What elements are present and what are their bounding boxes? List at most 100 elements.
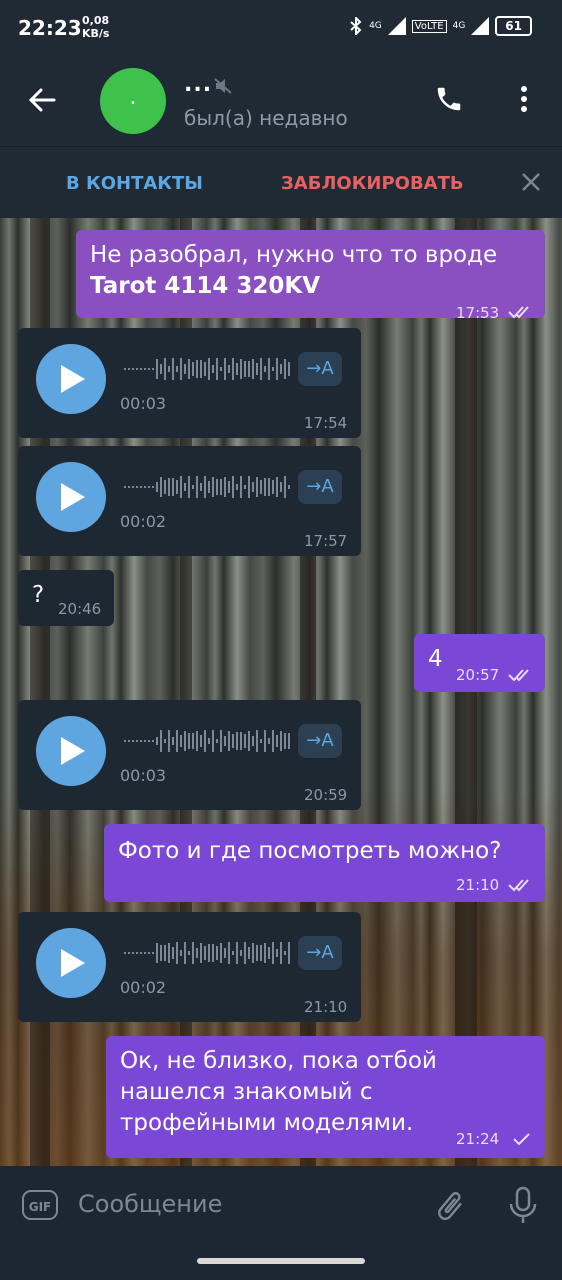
waveform-bar [180,734,182,748]
waveform-bar [236,731,238,751]
waveform-bar [204,362,206,376]
waveform-bar [196,475,198,499]
play-icon [61,737,85,765]
message-outgoing[interactable]: Не разобрал, нужно что то вроде Tarot 41… [76,230,545,322]
waveform-bar [220,729,222,753]
waveform-bar [248,361,250,377]
message-input[interactable]: Сообщение [78,1190,222,1218]
waveform-bar [284,733,286,749]
avatar[interactable]: . [100,68,166,134]
voice-message[interactable]: 00:02 →A 17:57 [18,446,361,556]
voice-message[interactable]: 00:02 →A 21:10 [18,912,361,1022]
waveform-bar [180,476,182,498]
gesture-handle[interactable] [197,1258,365,1264]
waveform-bar [140,740,142,742]
play-button[interactable] [36,928,106,998]
waveform-bar [208,480,210,494]
attach-icon[interactable] [432,1188,468,1224]
message-input-bar: GIF Сообщение [0,1166,562,1242]
waveform-bar [228,730,230,752]
signal-1-label: 4G [369,21,382,31]
waveform-bar [284,951,286,955]
waveform-bar [200,942,202,964]
message-time: 21:10 [456,876,500,894]
waveform-bar [176,730,178,752]
waveform-bar [176,942,178,964]
waveform-bar [172,357,174,381]
waveform-bar [172,947,174,959]
play-button[interactable] [36,716,106,786]
play-button[interactable] [36,344,106,414]
voice-duration: 00:03 [120,766,167,785]
waveform-bar [216,738,218,744]
waveform-bar [264,477,266,497]
waveform-bar [208,358,210,380]
back-arrow-icon[interactable] [28,86,56,114]
waveform-bar [276,735,278,747]
add-contact-button[interactable]: В КОНТАКТЫ [66,173,203,194]
transcribe-button[interactable]: →A [298,724,342,758]
waveform-bar [160,476,162,498]
waveform-bar [140,486,142,488]
waveform-bar [188,732,190,750]
waveform-bar [124,368,126,370]
play-button[interactable] [36,462,106,532]
waveform-bar [140,368,142,370]
message-time: 17:54 [304,414,348,432]
voice-message[interactable]: 00:03 →A 17:54 [18,328,361,438]
waveform-bar [132,486,134,488]
message-outgoing[interactable]: Фото и где посмотреть можно? 21:10 [104,824,545,902]
waveform-bar [216,357,218,381]
message-text: нашелся знакомый с [120,1079,373,1105]
waveform-bar [248,947,250,959]
chat-background: Не разобрал, нужно что то вроде Tarot 41… [0,218,562,1166]
waveform-bar [176,480,178,494]
waveform-bar [188,950,190,956]
waveform-bar [252,943,254,963]
message-outgoing[interactable]: Ок, не близко, пока отбой нашелся знаком… [106,1036,545,1158]
waveform-bar [156,481,158,493]
waveform-bar [168,729,170,753]
waveform-bar [128,368,130,370]
waveform-bar [144,368,146,370]
waveform-bar [232,358,234,380]
waveform-bar [176,366,178,372]
voice-waveform[interactable] [124,728,290,754]
microphone-icon[interactable] [508,1186,538,1226]
transcribe-button[interactable]: →A [298,936,342,970]
waveform-bar [224,357,226,381]
block-button[interactable]: ЗАБЛОКИРОВАТЬ [281,173,464,194]
phone-icon[interactable] [434,84,464,114]
waveform-bar [280,941,282,965]
waveform-bar [172,737,174,745]
message-text: 4 [428,646,443,672]
waveform-bar [248,730,250,752]
waveform-bar [124,740,126,742]
waveform-bar [280,482,282,492]
signal-2-label: 4G [452,21,466,31]
transcribe-button[interactable]: →A [298,470,342,504]
message-incoming[interactable]: ? 20:46 [18,570,114,626]
voice-waveform[interactable] [124,940,290,966]
voice-message[interactable]: 00:03 →A 20:59 [18,700,361,810]
waveform-bar [268,946,270,960]
waveform-bar [232,733,234,749]
waveform-bar [184,941,186,965]
waveform-bar [288,484,290,490]
more-options-icon[interactable] [514,84,534,114]
message-text: Tarot 4114 320KV [90,273,321,299]
waveform-bar [236,941,238,965]
message-outgoing[interactable]: 4 20:57 [414,634,545,692]
transcribe-button[interactable]: →A [298,352,342,386]
waveform-bar [200,735,202,747]
waveform-bar [196,948,198,958]
contact-name[interactable]: ... [184,72,212,97]
gif-button[interactable]: GIF [22,1190,58,1220]
waveform-bar [180,357,182,381]
waveform-bar [264,365,266,373]
bluetooth-icon [350,17,362,35]
voice-waveform[interactable] [124,474,290,500]
voice-waveform[interactable] [124,356,290,382]
close-icon[interactable] [520,171,542,193]
waveform-bar [144,952,146,954]
